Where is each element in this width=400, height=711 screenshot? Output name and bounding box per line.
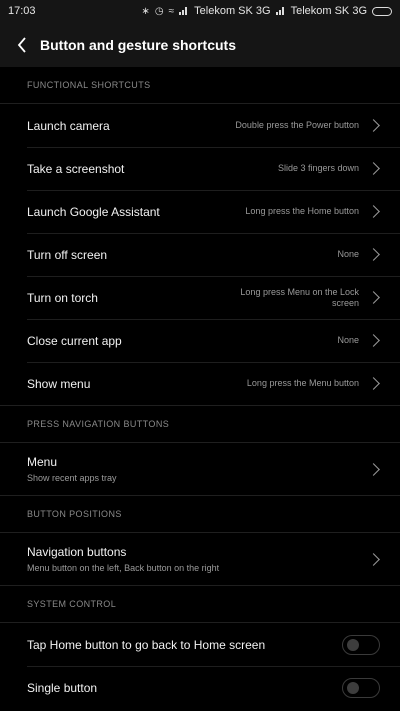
chevron-right-icon (367, 205, 380, 218)
setting-label: Close current app (27, 333, 122, 348)
chevron-right-icon (367, 248, 380, 261)
app-header: Button and gesture shortcuts (0, 22, 400, 67)
setting-single-button[interactable]: Single button (0, 666, 400, 709)
status-time: 17:03 (8, 5, 36, 17)
chevron-right-icon (367, 334, 380, 347)
setting-label: Tap Home button to go back to Home scree… (27, 637, 266, 652)
toggle-switch[interactable] (342, 634, 380, 655)
toggle-knob (347, 681, 359, 694)
setting-value: Long press the Home button (245, 206, 359, 216)
wifi-icon: ≈ (168, 5, 175, 17)
chevron-right-icon (367, 162, 380, 175)
bluetooth-icon: ∗ (141, 5, 150, 17)
setting-close-current-app[interactable]: Close current app None (0, 319, 400, 362)
setting-launch-google-assistant[interactable]: Launch Google Assistant Long press the H… (0, 190, 400, 233)
battery-icon (372, 6, 392, 16)
carrier-label-2: Telekom SK 3G (290, 5, 367, 17)
setting-value: Long press the Menu button (246, 378, 359, 388)
setting-label: Turn off screen (27, 247, 108, 262)
alarm-icon: ◷ (154, 5, 164, 17)
status-bar: 17:03 ∗ ◷ ≈ Telekom SK 3G Telekom SK 3G (0, 0, 400, 22)
section-header-button-positions: BUTTON POSITIONS (0, 495, 400, 533)
back-arrow-icon[interactable] (12, 36, 32, 53)
setting-label: Navigation buttons (27, 545, 127, 559)
chevron-right-icon (367, 119, 380, 132)
setting-text: Navigation buttons Menu button on the le… (27, 545, 369, 573)
section-header-press-navigation: PRESS NAVIGATION BUTTONS (0, 405, 400, 443)
setting-turn-on-torch[interactable]: Turn on torch Long press Menu on the Loc… (0, 276, 400, 319)
setting-value: Double press the Power button (235, 120, 359, 130)
toggle-switch[interactable] (342, 677, 380, 698)
setting-value: Long press Menu on the Lock screen (240, 286, 359, 308)
chevron-right-icon (367, 552, 380, 566)
setting-menu-button[interactable]: Menu Show recent apps tray (0, 443, 400, 495)
setting-show-menu[interactable]: Show menu Long press the Menu button (0, 362, 400, 405)
setting-launch-camera[interactable]: Launch camera Double press the Power but… (0, 104, 400, 147)
toggle-knob (347, 638, 359, 651)
chevron-right-icon (367, 377, 380, 390)
signal-icon (275, 7, 286, 15)
setting-value: Slide 3 fingers down (277, 163, 359, 173)
setting-label: Show menu (27, 376, 91, 391)
setting-text: Menu Show recent apps tray (27, 455, 369, 483)
setting-value: None (337, 249, 359, 259)
chevron-right-icon (367, 462, 380, 476)
setting-value: None (337, 335, 359, 345)
section-header-system-control: SYSTEM CONTROL (0, 585, 400, 623)
setting-label: Launch Google Assistant (27, 204, 160, 219)
page-title: Button and gesture shortcuts (40, 36, 237, 53)
setting-label: Take a screenshot (27, 161, 125, 176)
setting-label: Launch camera (27, 118, 110, 133)
setting-label: Turn on torch (27, 290, 98, 305)
setting-turn-off-screen[interactable]: Turn off screen None (0, 233, 400, 276)
signal-icon (179, 7, 189, 15)
setting-take-screenshot[interactable]: Take a screenshot Slide 3 fingers down (0, 147, 400, 190)
setting-sublabel: Show recent apps tray (27, 473, 117, 483)
setting-label: Menu (27, 455, 58, 469)
status-icons: ∗ ◷ ≈ Telekom SK 3G Telekom SK 3G (142, 5, 392, 17)
setting-navigation-buttons[interactable]: Navigation buttons Menu button on the le… (0, 533, 400, 585)
setting-sublabel: Menu button on the left, Back button on … (27, 563, 220, 573)
carrier-label-1: Telekom SK 3G (194, 5, 271, 17)
setting-tap-home-back[interactable]: Tap Home button to go back to Home scree… (0, 623, 400, 666)
section-header-functional: FUNCTIONAL SHORTCUTS (0, 67, 400, 104)
chevron-right-icon (367, 291, 380, 304)
setting-label: Single button (27, 680, 98, 695)
